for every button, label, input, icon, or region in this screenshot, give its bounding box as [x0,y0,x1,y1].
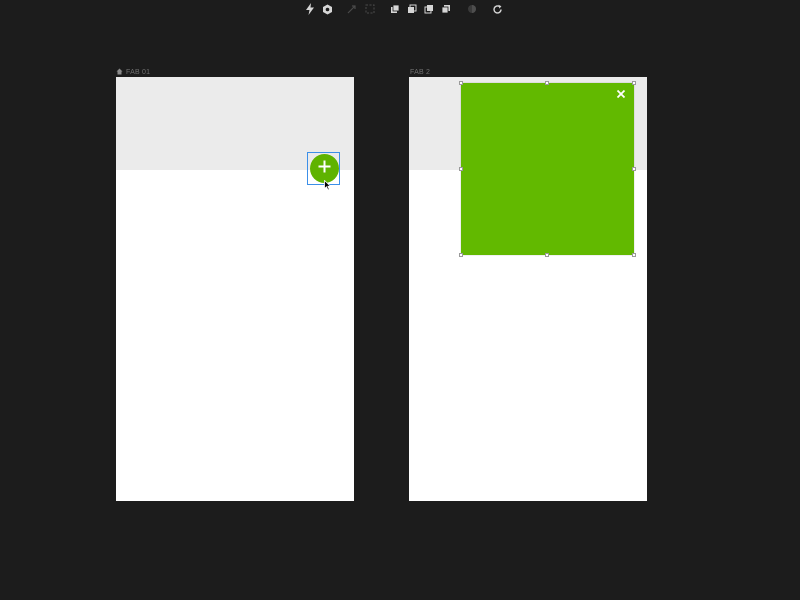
resize-handle-top-right[interactable] [632,81,636,85]
resize-handle-bottom-left[interactable] [459,253,463,257]
plus-icon [317,159,332,179]
artboard-name: FAB 01 [126,69,151,76]
crop-frame-icon[interactable] [364,3,376,15]
close-icon [616,86,626,104]
top-toolbar [0,0,800,20]
artboard-fab-01[interactable] [116,77,354,501]
pen-tool-icon[interactable] [346,3,358,15]
opacity-icon[interactable] [466,3,478,15]
settings-gear-icon[interactable] [321,3,333,15]
bring-forward-icon[interactable] [406,3,418,15]
expanded-fab-panel[interactable] [461,83,634,255]
artboard-label-fab-01[interactable]: FAB 01 [116,68,150,77]
resize-handle-top[interactable] [545,81,549,85]
resize-handle-top-left[interactable] [459,81,463,85]
resize-handle-bottom[interactable] [545,253,549,257]
resize-handle-left[interactable] [459,167,463,171]
resize-handle-bottom-right[interactable] [632,253,636,257]
home-icon [116,68,123,77]
artboard-name: FAB 2 [410,69,431,76]
mouse-cursor-icon [324,178,332,196]
refresh-icon[interactable] [491,3,503,15]
bring-to-front-icon[interactable] [389,3,401,15]
resize-handle-right[interactable] [632,167,636,171]
lightning-icon[interactable] [304,3,316,15]
send-to-back-icon[interactable] [440,3,452,15]
send-backward-icon[interactable] [423,3,435,15]
artboard-label-fab-2[interactable]: FAB 2 [410,68,430,77]
close-button[interactable] [615,89,627,101]
